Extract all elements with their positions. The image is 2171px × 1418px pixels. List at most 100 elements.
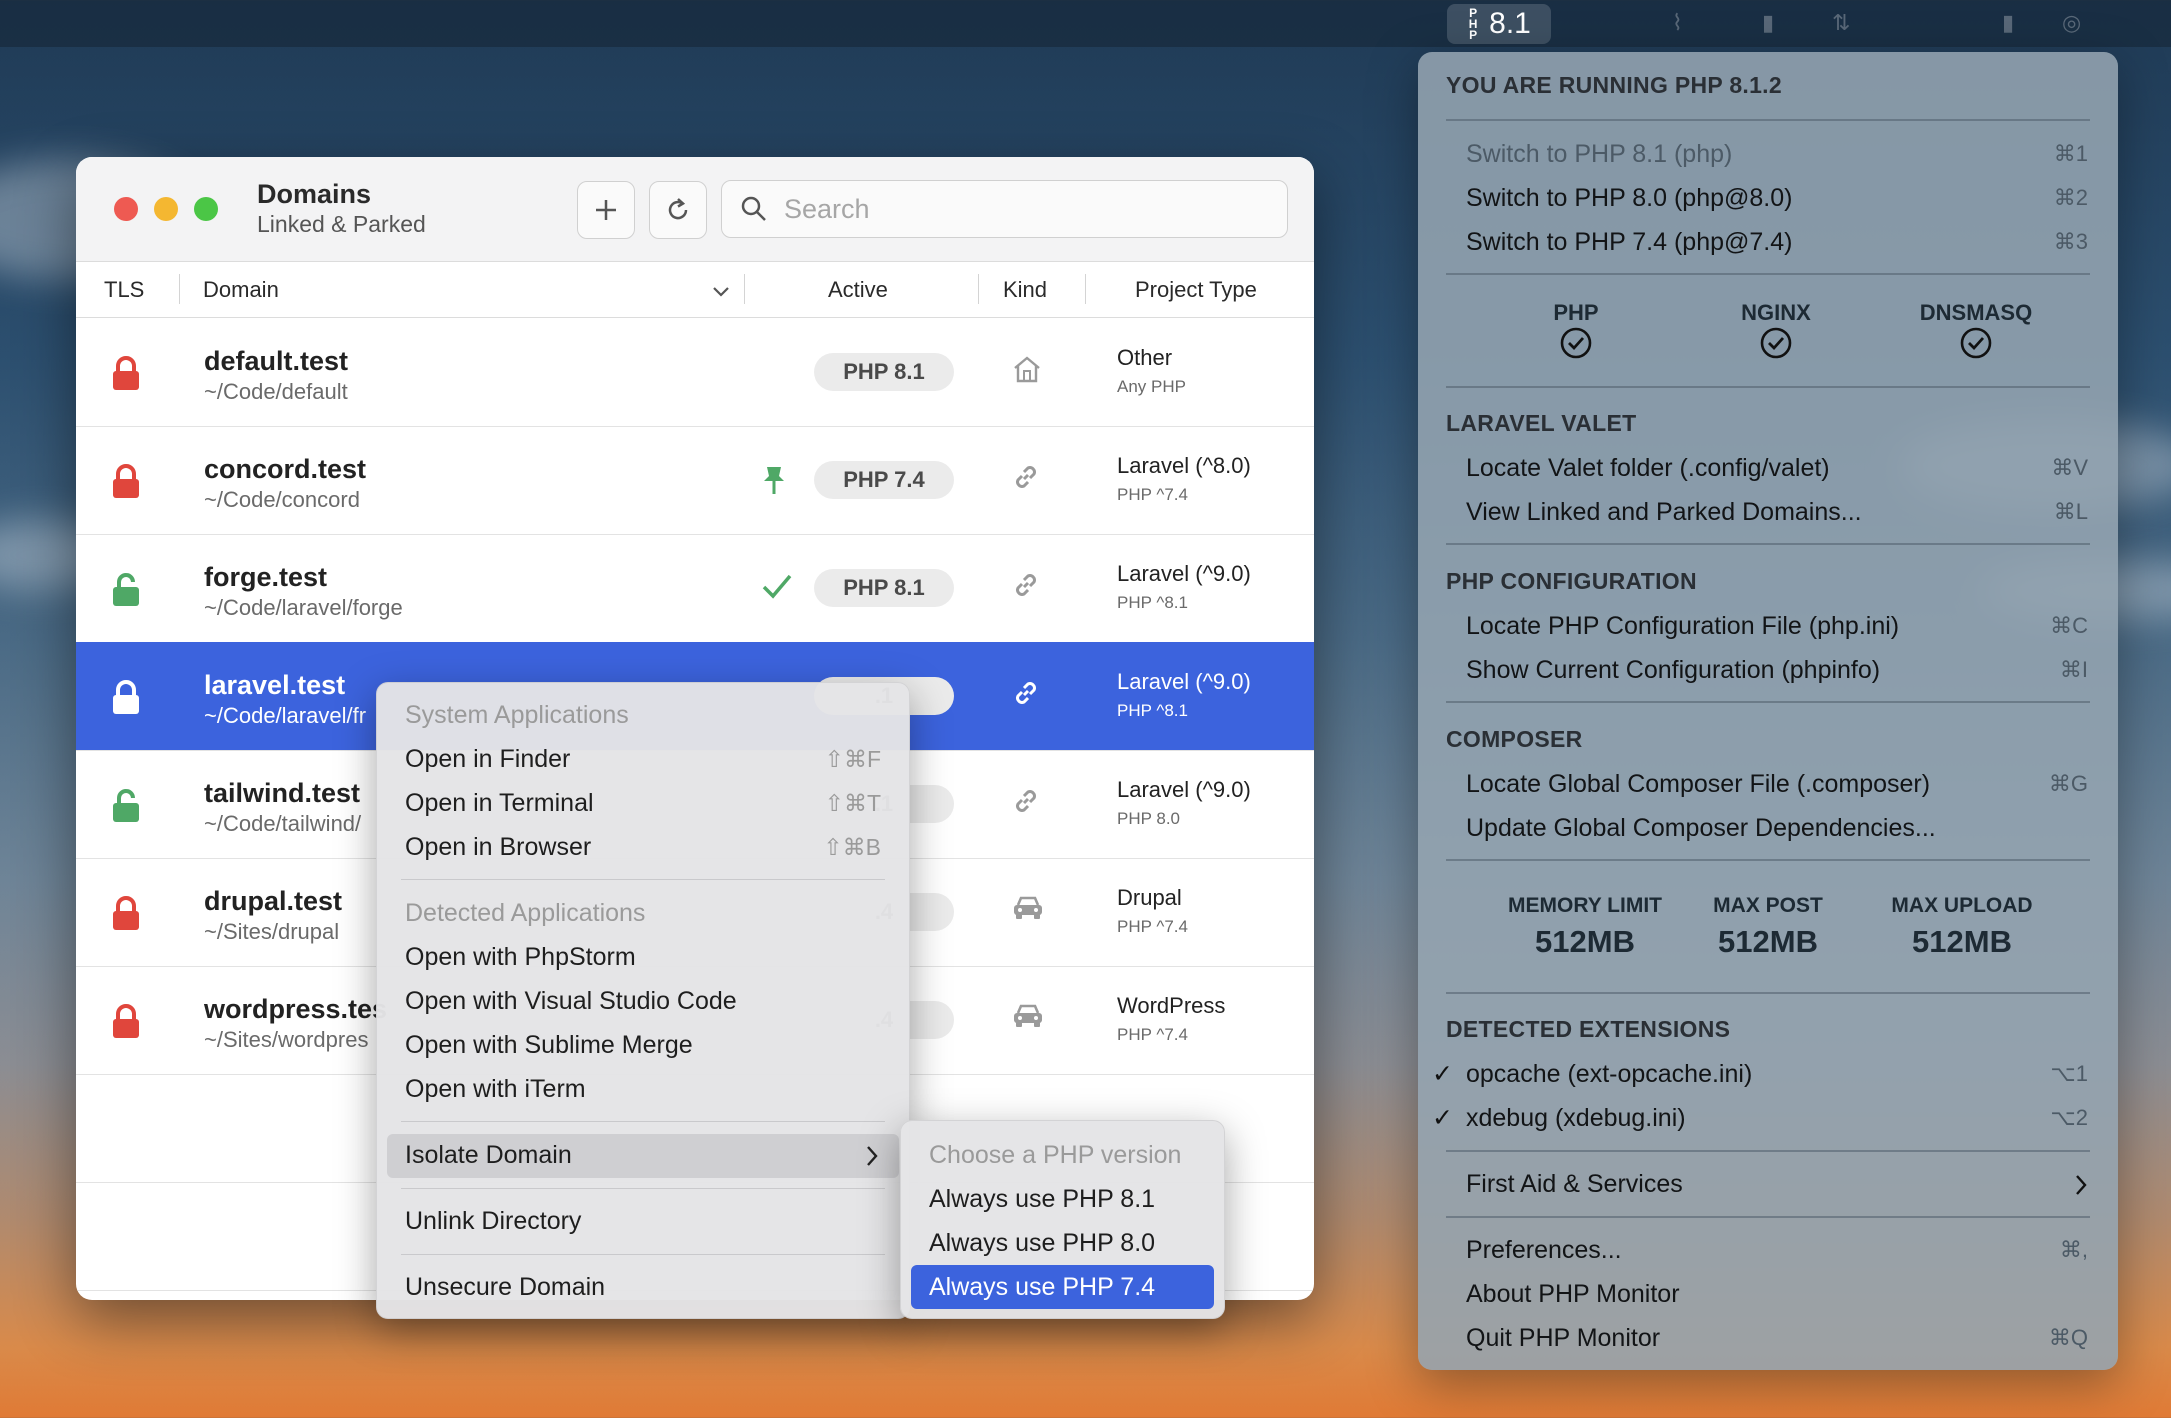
php-version-badge: PHP 8.1: [814, 353, 954, 391]
shortcut-open-in-terminal: ⇧⌘T: [824, 790, 881, 816]
submenu-item-php-81[interactable]: Always use PHP 8.1: [929, 1185, 1155, 1214]
service-status-php: PHP: [1496, 300, 1656, 365]
column-kind[interactable]: Kind: [1003, 277, 1047, 303]
context-menu: System Applications Open in Finder ⇧⌘F O…: [376, 682, 910, 1319]
checkmark-icon: ✓: [1432, 1104, 1453, 1132]
column-tls[interactable]: TLS: [104, 277, 144, 303]
menu-item-switch-php-81[interactable]: Switch to PHP 8.1 (php): [1466, 140, 1732, 169]
check-circle-icon: [1560, 327, 1592, 359]
domain-name: default.test: [204, 346, 349, 376]
minimize-button[interactable]: [154, 197, 178, 221]
unlock-icon: [110, 788, 142, 829]
menu-item-isolate-domain[interactable]: Isolate Domain: [405, 1141, 572, 1170]
lock-icon: [110, 680, 142, 721]
php-logo-icon: PHP: [1468, 5, 1478, 42]
reload-button[interactable]: [649, 181, 707, 239]
checkmark-icon: [761, 572, 793, 605]
menu-item-switch-php-74[interactable]: Switch to PHP 7.4 (php@7.4): [1466, 228, 1792, 257]
menu-item-first-aid[interactable]: First Aid & Services: [1466, 1170, 1683, 1199]
domain-path: ~/Sites/drupal: [204, 919, 340, 944]
menu-separator: [401, 1188, 885, 1189]
menu-item-open-with-phpstorm[interactable]: Open with PhpStorm: [405, 943, 636, 972]
chevron-down-icon[interactable]: [712, 286, 730, 298]
column-project-type[interactable]: Project Type: [1135, 277, 1257, 303]
submenu-item-php-80[interactable]: Always use PHP 8.0: [929, 1229, 1155, 1258]
shortcut-ext-opcache: ⌥1: [2050, 1061, 2088, 1086]
limit-value: 512MB: [1912, 924, 2012, 959]
menu-separator: [1446, 543, 2090, 545]
menu-separator: [1446, 701, 2090, 703]
chevron-right-icon: [2076, 1175, 2087, 1195]
menu-item-unlink-directory[interactable]: Unlink Directory: [405, 1207, 581, 1236]
table-row[interactable]: concord.test ~/Code/concord PHP 7.4 Laravel…: [76, 426, 1314, 535]
menu-item-locate-php-ini[interactable]: Locate PHP Configuration File (php.ini): [1466, 612, 1899, 641]
service-status-nginx: NGINX: [1696, 300, 1856, 365]
limit-label: MAX POST: [1713, 894, 1823, 917]
link-icon: [1011, 570, 1041, 605]
menu-item-open-with-iterm[interactable]: Open with iTerm: [405, 1075, 586, 1104]
menu-item-switch-php-80[interactable]: Switch to PHP 8.0 (php@8.0): [1466, 184, 1792, 213]
menu-item-ext-opcache[interactable]: opcache (ext-opcache.ini): [1466, 1060, 1752, 1089]
menubar-php-version: 8.1: [1489, 7, 1531, 40]
zoom-button[interactable]: [194, 197, 218, 221]
menu-item-open-with-sublime-merge[interactable]: Open with Sublime Merge: [405, 1031, 693, 1060]
shortcut-open-in-browser: ⇧⌘B: [823, 834, 881, 860]
check-circle-icon: [1760, 327, 1792, 359]
column-domain[interactable]: Domain: [203, 277, 279, 303]
domain-name: forge.test: [204, 562, 328, 592]
search-icon: [741, 196, 766, 221]
window-title: Domains: [257, 179, 372, 209]
menu-item-update-composer[interactable]: Update Global Composer Dependencies...: [1466, 814, 1936, 843]
menu-separator: [1446, 1150, 2090, 1152]
shortcut-switch-php-81: ⌘1: [2053, 141, 2088, 166]
domain-name: tailwind.test: [204, 778, 361, 808]
menu-separator: [1446, 992, 2090, 994]
menu-item-about[interactable]: About PHP Monitor: [1466, 1280, 1680, 1309]
submenu-item-php-74[interactable]: Always use PHP 7.4: [929, 1273, 1155, 1302]
menu-item-ext-xdebug[interactable]: xdebug (xdebug.ini): [1466, 1104, 1686, 1133]
table-row[interactable]: default.test ~/Code/default PHP 8.1 Other An…: [76, 318, 1314, 427]
domain-name: laravel.test: [204, 670, 346, 700]
domain-name: concord.test: [204, 454, 367, 484]
php-version-badge: PHP 8.1: [814, 569, 954, 607]
stats-icon: ▮: [1762, 10, 1775, 35]
menu-item-open-in-browser[interactable]: Open in Browser: [405, 833, 591, 862]
menu-item-unsecure-domain[interactable]: Unsecure Domain: [405, 1273, 605, 1302]
php-constraint: PHP ^8.1: [1117, 593, 1188, 612]
php-constraint: Any PHP: [1117, 377, 1186, 396]
search-input[interactable]: [782, 189, 1266, 229]
limit-label: MAX UPLOAD: [1891, 894, 2033, 917]
menu-item-open-in-terminal[interactable]: Open in Terminal: [405, 789, 594, 818]
add-domain-button[interactable]: [577, 181, 635, 239]
php-version-badge: PHP 7.4: [814, 461, 954, 499]
php-monitor-menubar-item[interactable]: PHP 8.1: [1447, 4, 1551, 44]
search-field[interactable]: [721, 180, 1288, 238]
menu-item-open-in-finder[interactable]: Open in Finder: [405, 745, 570, 774]
column-active[interactable]: Active: [828, 277, 888, 303]
project-type: Laravel (^9.0): [1117, 669, 1251, 694]
project-type: Drupal: [1117, 885, 1182, 910]
menu-separator: [401, 879, 885, 880]
check-circle-icon: [1960, 327, 1992, 359]
menu-separator: [401, 1121, 885, 1122]
service-label-dnsmasq: DNSMASQ: [1919, 300, 2033, 325]
menu-item-quit[interactable]: Quit PHP Monitor: [1466, 1324, 1660, 1353]
menu-item-open-with-vscode[interactable]: Open with Visual Studio Code: [405, 987, 737, 1016]
column-divider: [179, 274, 180, 304]
menu-item-locate-composer[interactable]: Locate Global Composer File (.composer): [1466, 770, 1930, 799]
battery-icon: ▮: [2002, 10, 2015, 35]
limit-max-upload: MAX UPLOAD 512MB: [1867, 894, 2057, 960]
menu-separator: [1446, 1216, 2090, 1218]
menu-item-locate-valet-folder[interactable]: Locate Valet folder (.config/valet): [1466, 454, 1830, 483]
shortcut-open-in-finder: ⇧⌘F: [824, 746, 881, 772]
domain-name: wordpress.tes: [204, 994, 388, 1024]
php-constraint: PHP ^7.4: [1117, 485, 1188, 504]
menu-item-preferences[interactable]: Preferences...: [1466, 1236, 1622, 1265]
table-row[interactable]: forge.test ~/Code/laravel/forge PHP 8.1 Lar…: [76, 534, 1314, 643]
chevron-right-icon: [867, 1146, 878, 1166]
close-button[interactable]: [114, 197, 138, 221]
menu-item-view-domains[interactable]: View Linked and Parked Domains...: [1466, 498, 1862, 527]
plus-icon: [596, 200, 616, 220]
menu-header-detected-apps: Detected Applications: [405, 899, 646, 927]
menu-item-show-phpinfo[interactable]: Show Current Configuration (phpinfo): [1466, 656, 1880, 685]
